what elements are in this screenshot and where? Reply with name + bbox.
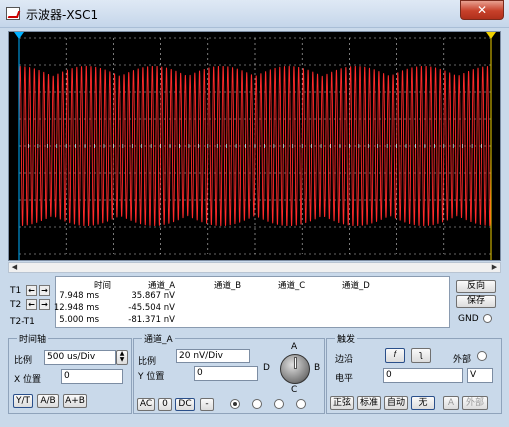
trigger-level-unit[interactable]: V: [467, 368, 493, 383]
falling-edge-icon: ʅ: [418, 350, 424, 360]
channel-a-ypos-field[interactable]: 0: [194, 366, 258, 381]
mode-yt-button[interactable]: Y/T: [13, 394, 33, 408]
t2-time: 12.948 ms: [53, 303, 99, 313]
t2-t1-label: T2-T1: [10, 317, 35, 327]
coupling-ac-button[interactable]: AC: [137, 398, 155, 411]
header-channel-c: 通道_C: [278, 281, 306, 291]
trigger-level-field[interactable]: 0: [383, 368, 463, 383]
trigger-level-label: 电平: [335, 374, 354, 384]
title-bar: 示波器-XSC1 ✕: [0, 0, 509, 28]
channel-d-radio[interactable]: [296, 399, 306, 409]
channel-a-scale-label: 比例: [138, 357, 157, 367]
close-button[interactable]: ✕: [460, 0, 504, 20]
timebase-title: 时间轴: [17, 332, 49, 345]
scroll-right-icon[interactable]: ▶: [489, 263, 500, 272]
t2-right-arrow-icon[interactable]: →: [39, 299, 50, 310]
channel-c-radio[interactable]: [274, 399, 284, 409]
external-label: 外部: [453, 355, 472, 365]
timebase-group: 时间轴 比例 500 us/Div ▲ ▼ X 位置 0 Y/T A/B A+B: [8, 332, 132, 414]
knob-label-b: B: [314, 363, 321, 373]
knob-label-c: C: [291, 385, 298, 395]
mode-a-plus-b-button[interactable]: A+B: [63, 394, 87, 408]
timebase-xpos-field[interactable]: 0: [61, 369, 123, 384]
external-radio[interactable]: [477, 351, 487, 361]
window-title: 示波器-XSC1: [26, 8, 99, 22]
horizontal-scrollbar[interactable]: ◀ ▶: [8, 262, 501, 273]
gnd-ground-icon[interactable]: [483, 314, 492, 323]
coupling-minus-button[interactable]: -: [200, 398, 214, 411]
gnd-label: GND: [458, 314, 479, 324]
trigger-title: 触发: [335, 332, 358, 345]
edge-falling-button[interactable]: ʅ: [411, 348, 431, 363]
save-button[interactable]: 保存: [456, 295, 496, 308]
timebase-scale-field[interactable]: 500 us/Div: [44, 350, 116, 365]
t1-channel-a: 35.867 nV: [131, 291, 175, 301]
header-channel-b: 通道_B: [214, 281, 242, 291]
cursor-readout-panel: T1 ← → T2 ← → T2-T1 时间 通道_A 通道_B 通道_C 通道…: [8, 276, 501, 330]
edge-rising-button[interactable]: 𝑓: [385, 348, 405, 363]
trigger-none-button[interactable]: 无: [411, 396, 435, 410]
trigger-external-button[interactable]: 外部: [462, 396, 488, 410]
cursor-t1-handle-icon: [14, 32, 24, 39]
trigger-normal-button[interactable]: 标准: [357, 396, 381, 410]
cursor-t2-handle-icon: [486, 32, 496, 39]
channel-a-radio[interactable]: [230, 399, 240, 409]
channel-selector-knob[interactable]: [280, 354, 310, 384]
trigger-edge-label: 边沿: [335, 355, 354, 365]
channel-a-title: 通道_A: [142, 332, 175, 345]
knob-label-a: A: [291, 342, 298, 352]
scope-display: [14, 32, 496, 260]
coupling-zero-button[interactable]: 0: [158, 398, 172, 411]
trigger-sine-button[interactable]: 正弦: [330, 396, 354, 410]
knob-pointer-icon: [294, 357, 297, 369]
t1-label: T1: [10, 286, 22, 296]
header-channel-d: 通道_D: [342, 281, 370, 291]
t1-right-arrow-icon[interactable]: →: [39, 285, 50, 296]
oscilloscope-icon: [6, 7, 20, 20]
readout-table: 时间 通道_A 通道_B 通道_C 通道_D 7.948 ms 35.867 n…: [53, 276, 450, 328]
oscilloscope-screen[interactable]: [8, 31, 501, 261]
t2-label: T2: [10, 300, 22, 310]
mode-ab-button[interactable]: A/B: [37, 394, 59, 408]
t2-t1-time: 5.000 ms: [59, 315, 99, 325]
timebase-scale-spinner[interactable]: ▲ ▼: [116, 350, 128, 365]
channel-a-ypos-label: Y 位置: [138, 372, 165, 382]
trigger-a-button[interactable]: A: [443, 396, 459, 410]
t2-channel-a: -45.504 nV: [128, 303, 175, 313]
timebase-scale-label: 比例: [14, 356, 33, 366]
trigger-group: 触发 边沿 𝑓 ʅ 外部 电平 0 V 正弦 标准 自动 无 A 外部: [326, 332, 502, 414]
coupling-dc-button[interactable]: DC: [175, 398, 195, 411]
knob-label-d: D: [263, 363, 270, 373]
channel-b-radio[interactable]: [252, 399, 262, 409]
channel-a-scale-field[interactable]: 20 nV/Div: [176, 349, 250, 363]
trigger-auto-button[interactable]: 自动: [384, 396, 408, 410]
t1-time: 7.948 ms: [59, 291, 99, 301]
header-time: 时间: [94, 281, 112, 291]
channel-a-group: 通道_A 比例 20 nV/Div Y 位置 0 AC 0 DC - A D B…: [133, 332, 325, 414]
t2-t1-channel-a: -81.371 nV: [128, 315, 175, 325]
reverse-button[interactable]: 反向: [456, 280, 496, 293]
header-channel-a: 通道_A: [148, 281, 176, 291]
rising-edge-icon: 𝑓: [393, 350, 397, 360]
timebase-xpos-label: X 位置: [14, 375, 42, 385]
scroll-left-icon[interactable]: ◀: [9, 263, 20, 272]
t1-left-arrow-icon[interactable]: ←: [26, 285, 37, 296]
t2-left-arrow-icon[interactable]: ←: [26, 299, 37, 310]
